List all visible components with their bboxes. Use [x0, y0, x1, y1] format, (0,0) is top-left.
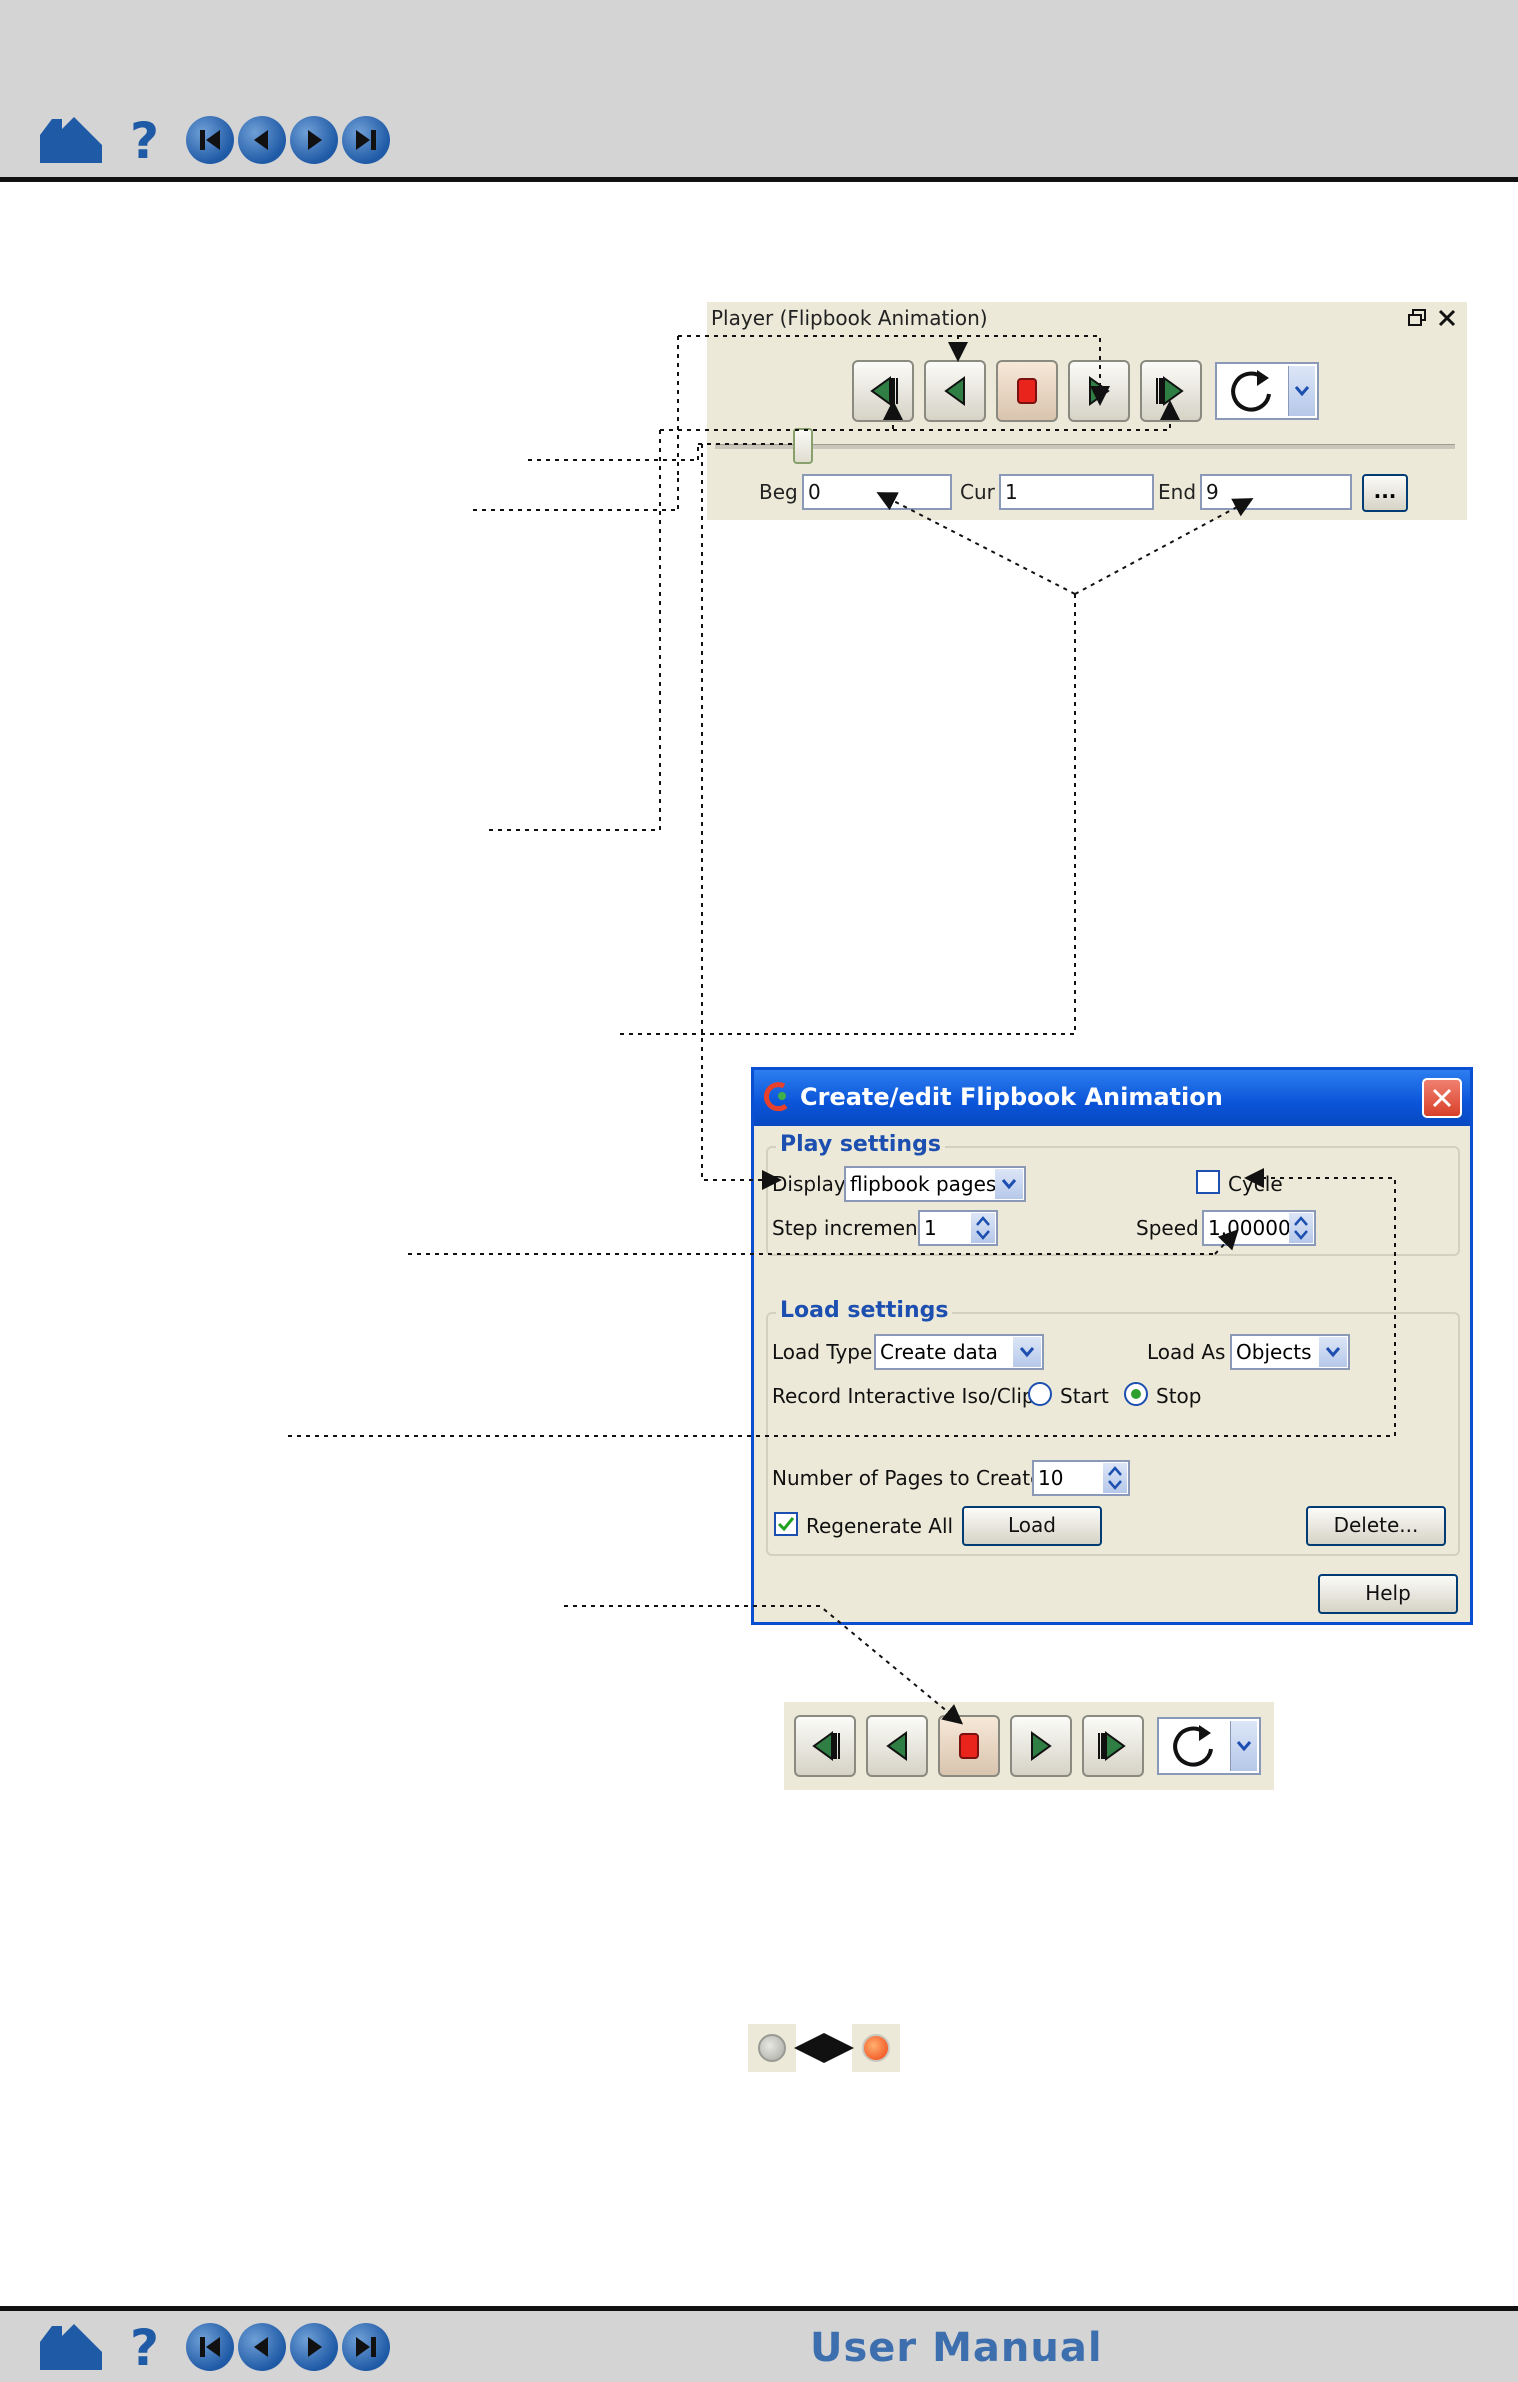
first-page-icon[interactable] [186, 2323, 234, 2371]
footer-bar: ? User Manual [0, 2306, 1518, 2382]
last-page-icon[interactable] [342, 2323, 390, 2371]
annotation-lines [288, 335, 1396, 2063]
home-icon[interactable] [38, 2322, 104, 2372]
svg-text:?: ? [130, 2321, 159, 2373]
previous-page-icon[interactable] [238, 2323, 286, 2371]
next-page-icon[interactable] [290, 2323, 338, 2371]
help-icon[interactable]: ? [128, 2321, 168, 2373]
bottom-nav: ? [38, 2321, 390, 2373]
footer-title: User Manual [810, 2325, 1103, 2371]
